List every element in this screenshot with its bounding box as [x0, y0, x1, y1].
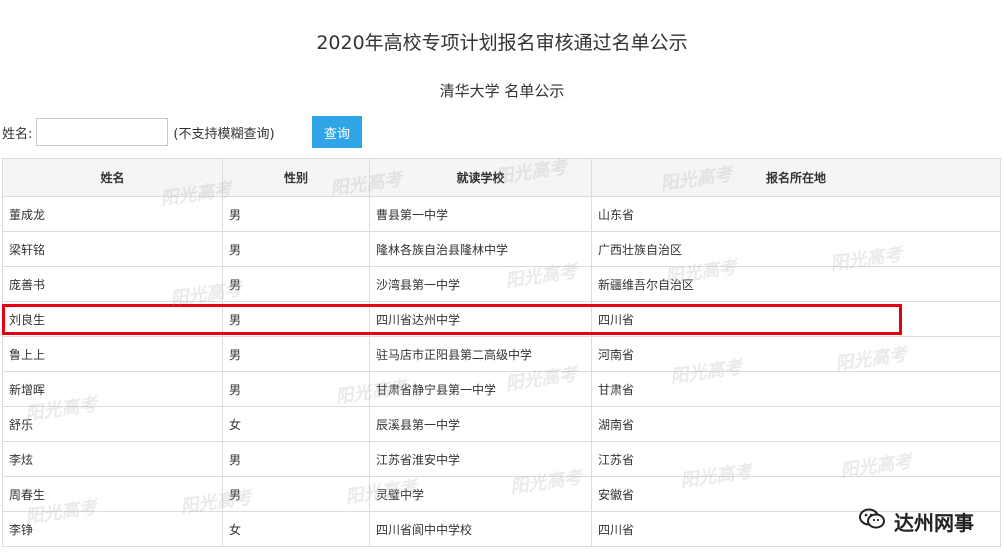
cell-school: 辰溪县第一中学 [369, 406, 592, 442]
cell-school: 驻马店市正阳县第二高级中学 [369, 336, 592, 372]
wechat-icon [858, 507, 894, 536]
table-row-highlighted: 刘良生 男 四川省达州中学 四川省 [2, 301, 1001, 337]
cell-name: 梁轩铭 [2, 231, 223, 267]
table-row: 新增晖 男 甘肃省静宁县第一中学 甘肃省 [2, 371, 1001, 407]
cell-name: 舒乐 [2, 406, 223, 442]
header-gender: 性别 [222, 158, 370, 197]
results-table-container: 姓名 性别 就读学校 报名所在地 董成龙 男 曹县第一中学 山东省 梁轩铭 男 … [2, 158, 1001, 547]
cell-name: 庞善书 [2, 266, 223, 302]
search-bar: 姓名: (不支持模糊查询) [2, 116, 275, 148]
cell-gender: 男 [222, 371, 370, 407]
table-row: 李炫 男 江苏省淮安中学 江苏省 [2, 441, 1001, 477]
cell-name: 周春生 [2, 476, 223, 512]
cell-location: 甘肃省 [591, 371, 1001, 407]
header-school: 就读学校 [369, 158, 592, 197]
table-row: 庞善书 男 沙湾县第一中学 新疆维吾尔自治区 [2, 266, 1001, 302]
brand-name: 达州网事 [894, 511, 974, 535]
cell-location: 广西壮族自治区 [591, 231, 1001, 267]
table-row: 梁轩铭 男 隆林各族自治县隆林中学 广西壮族自治区 [2, 231, 1001, 267]
cell-location: 湖南省 [591, 406, 1001, 442]
cell-school: 灵璧中学 [369, 476, 592, 512]
cell-gender: 男 [222, 266, 370, 302]
cell-gender: 男 [222, 301, 370, 337]
cell-gender: 男 [222, 196, 370, 232]
cell-name: 董成龙 [2, 196, 223, 232]
cell-name: 李铮 [2, 511, 223, 547]
table-row: 鲁上上 男 驻马店市正阳县第二高级中学 河南省 [2, 336, 1001, 372]
search-button[interactable]: 查询 [312, 116, 362, 148]
header-name: 姓名 [2, 158, 223, 197]
cell-name: 李炫 [2, 441, 223, 477]
cell-location: 江苏省 [591, 441, 1001, 477]
cell-name: 新增晖 [2, 371, 223, 407]
cell-location: 山东省 [591, 196, 1001, 232]
page-subtitle: 清华大学 名单公示 [439, 82, 565, 100]
name-search-input[interactable] [36, 118, 169, 146]
search-hint: (不支持模糊查询) [173, 126, 275, 142]
page-title: 2020年高校专项计划报名审核通过名单公示 [316, 32, 688, 54]
cell-gender: 男 [222, 441, 370, 477]
cell-location: 河南省 [591, 336, 1001, 372]
cell-school: 隆林各族自治县隆林中学 [369, 231, 592, 267]
search-label: 姓名: [2, 126, 33, 142]
table-row: 李铮 女 四川省阆中中学校 四川省 [2, 511, 1001, 547]
cell-school: 四川省达州中学 [369, 301, 592, 337]
table-row: 董成龙 男 曹县第一中学 山东省 [2, 196, 1001, 232]
cell-name: 鲁上上 [2, 336, 223, 372]
table-row: 舒乐 女 辰溪县第一中学 湖南省 [2, 406, 1001, 442]
cell-school: 曹县第一中学 [369, 196, 592, 232]
cell-gender: 男 [222, 476, 370, 512]
cell-school: 沙湾县第一中学 [369, 266, 592, 302]
cell-gender: 男 [222, 231, 370, 267]
cell-location: 新疆维吾尔自治区 [591, 266, 1001, 302]
results-table: 姓名 性别 就读学校 报名所在地 董成龙 男 曹县第一中学 山东省 梁轩铭 男 … [2, 158, 1001, 547]
cell-gender: 男 [222, 336, 370, 372]
cell-location: 四川省 [591, 301, 1001, 337]
header-location: 报名所在地 [591, 158, 1001, 197]
cell-school: 江苏省淮安中学 [369, 441, 592, 477]
cell-school: 四川省阆中中学校 [369, 511, 592, 547]
table-row: 周春生 男 灵璧中学 安徽省 [2, 476, 1001, 512]
cell-school: 甘肃省静宁县第一中学 [369, 371, 592, 407]
cell-gender: 女 [222, 511, 370, 547]
cell-name: 刘良生 [2, 301, 223, 337]
brand-watermark: 达州网事 [858, 507, 974, 536]
table-header-row: 姓名 性别 就读学校 报名所在地 [2, 158, 1001, 197]
cell-gender: 女 [222, 406, 370, 442]
